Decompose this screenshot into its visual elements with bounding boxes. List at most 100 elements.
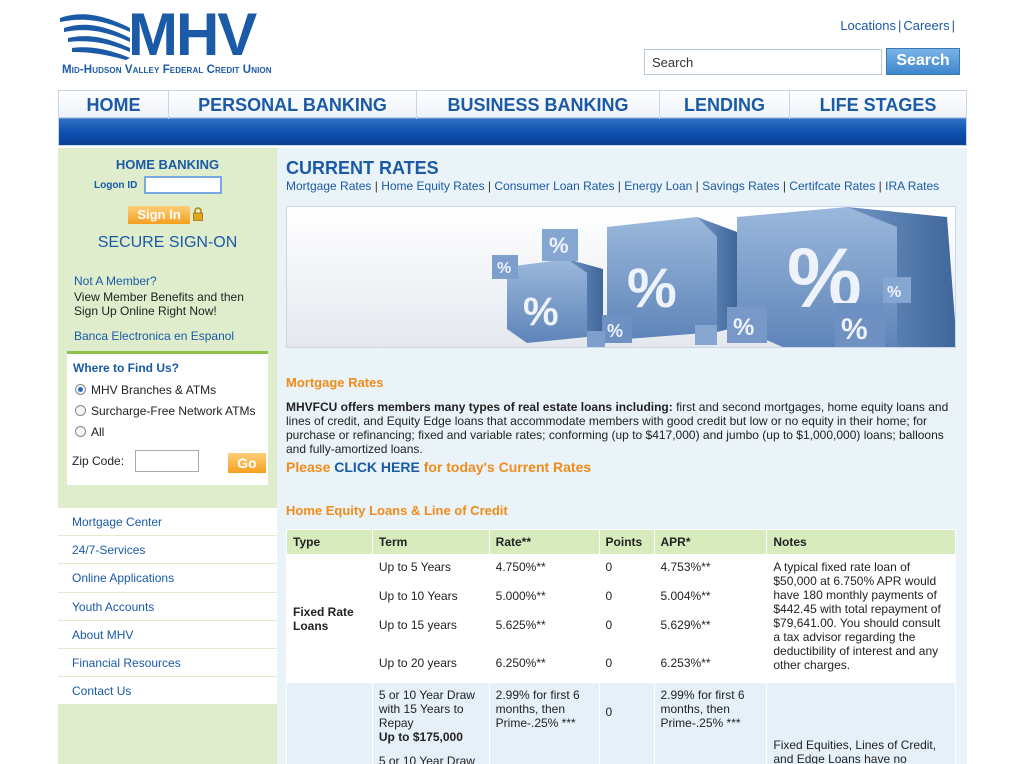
col-notes: Notes xyxy=(766,529,956,555)
ira-rates-link[interactable]: IRA Rates xyxy=(885,179,939,193)
secure-sign-on-link[interactable]: SECURE SIGN-ON xyxy=(58,234,277,252)
svg-text:%: % xyxy=(841,313,868,346)
left-menu: Mortgage Center 24/7-Services Online App… xyxy=(58,508,277,706)
consumer-loan-rates-link[interactable]: Consumer Loan Rates xyxy=(494,179,614,193)
home-banking-panel: HOME BANKING Logon ID Sign In SECURE SIG… xyxy=(58,148,277,348)
radio-label: Surcharge-Free Network ATMs xyxy=(91,404,256,418)
lock-icon xyxy=(193,207,203,221)
menu-online-applications[interactable]: Online Applications xyxy=(58,564,277,593)
sign-in-button[interactable]: Sign In xyxy=(128,206,190,224)
banca-electronica-link[interactable]: Banca Electronica en Espanol xyxy=(74,329,234,343)
rate-cell: 4.750%** xyxy=(488,554,600,580)
current-rates-cta: Please CLICK HERE for today's Current Ra… xyxy=(286,459,591,475)
radio-label: MHV Branches & ATMs xyxy=(91,383,217,397)
home-equity-rates-link[interactable]: Home Equity Rates xyxy=(381,179,484,193)
nav-business-banking[interactable]: BUSINESS BANKING xyxy=(417,91,660,119)
apr-cell: 4.753%** xyxy=(653,554,768,580)
menu-about-mhv[interactable]: About MHV xyxy=(58,620,277,649)
page-title: CURRENT RATES xyxy=(286,158,439,178)
main-nav: HOME PERSONAL BANKING BUSINESS BANKING L… xyxy=(58,90,967,146)
find-us-title: Where to Find Us? xyxy=(73,361,179,375)
points-cell: 0 xyxy=(598,637,655,683)
go-button[interactable]: Go xyxy=(228,453,266,473)
energy-loan-link[interactable]: Energy Loan xyxy=(624,179,692,193)
radio-icon[interactable] xyxy=(75,405,86,416)
table-row: Fixed Rate Loans Up to 5 Years 4.750%** … xyxy=(286,554,956,683)
separator: | xyxy=(779,179,790,193)
nav-personal-banking[interactable]: PERSONAL BANKING xyxy=(169,91,417,119)
points-cell: 0 xyxy=(598,579,655,609)
points-cell: 0 xyxy=(598,608,655,638)
careers-link[interactable]: Careers xyxy=(903,18,949,33)
mortgage-rates-link[interactable]: Mortgage Rates xyxy=(286,179,371,193)
rates-banner-image: % % % % % % % % % xyxy=(286,206,956,348)
radio-branches[interactable]: MHV Branches & ATMs xyxy=(75,383,216,397)
radio-label: All xyxy=(91,425,105,439)
svg-text:%: % xyxy=(733,314,754,341)
svg-text:%: % xyxy=(549,233,569,258)
click-here-link[interactable]: CLICK HERE xyxy=(334,459,420,475)
term-cell: Up to 20 years xyxy=(371,637,490,683)
home-equity-heading: Home Equity Loans & Line of Credit xyxy=(286,503,508,518)
fixed-rate-type: Fixed Rate Loans xyxy=(286,554,373,683)
logo-swoosh-icon xyxy=(60,14,130,60)
rate-cell: 5.625%** xyxy=(488,608,600,638)
rate-cell: 2.99% for first 6 months, then Prime-.25… xyxy=(488,682,600,764)
search-button[interactable]: Search xyxy=(886,48,960,75)
svg-text:%: % xyxy=(523,290,559,334)
radio-selected-icon[interactable] xyxy=(75,384,86,395)
rate-cell: 6.250%** xyxy=(488,637,600,683)
nav-lending[interactable]: LENDING xyxy=(660,91,790,119)
svg-text:%: % xyxy=(607,321,623,341)
menu-contact-us[interactable]: Contact Us xyxy=(58,677,277,706)
cta-prefix: Please xyxy=(286,459,335,475)
col-apr: APR* xyxy=(653,529,768,555)
radio-surcharge-free[interactable]: Surcharge-Free Network ATMs xyxy=(75,404,256,418)
certificate-rates-link[interactable]: Certifcate Rates xyxy=(789,179,875,193)
menu-mortgage-center[interactable]: Mortgage Center xyxy=(58,508,277,537)
logon-id-input[interactable] xyxy=(144,176,222,194)
rates-table: Type Term Rate** Points APR* Notes Fixed… xyxy=(286,529,956,764)
radio-all[interactable]: All xyxy=(75,425,104,439)
col-term: Term xyxy=(371,529,490,555)
nav-home[interactable]: HOME xyxy=(59,91,169,119)
logo-text: MHV xyxy=(128,1,257,68)
type-cell xyxy=(286,682,373,764)
menu-financial-resources[interactable]: Financial Resources xyxy=(58,648,277,678)
savings-rates-link[interactable]: Savings Rates xyxy=(702,179,779,193)
points-cell: 0 xyxy=(598,682,655,764)
rate-links: Mortgage Rates | Home Equity Rates | Con… xyxy=(286,179,939,193)
loc-term-2: 5 or 10 Year Draw xyxy=(378,754,475,764)
mortgage-rates-heading: Mortgage Rates xyxy=(286,375,384,390)
nav-life-stages[interactable]: LIFE STAGES xyxy=(790,91,966,119)
col-rate: Rate** xyxy=(488,529,600,555)
search-input[interactable] xyxy=(644,49,882,75)
locations-link[interactable]: Locations xyxy=(840,18,896,33)
logo-subtitle: Mid-Hudson Valley Federal Credit Union xyxy=(62,64,272,76)
cta-suffix: for today's Current Rates xyxy=(419,459,592,475)
separator: | xyxy=(897,18,902,33)
loc-term-limit: Up to $175,000 xyxy=(378,730,463,744)
sidebar: HOME BANKING Logon ID Sign In SECURE SIG… xyxy=(58,148,277,764)
logon-label: Logon ID xyxy=(94,180,138,191)
separator: | xyxy=(951,18,955,33)
menu-24-7-services[interactable]: 24/7-Services xyxy=(58,536,277,565)
table-header-row: Type Term Rate** Points APR* Notes xyxy=(286,529,956,555)
col-type: Type xyxy=(286,529,373,555)
table-row: 5 or 10 Year Draw with 15 Years to Repay… xyxy=(286,682,956,764)
separator: | xyxy=(484,179,495,193)
apr-cell: 5.629%** xyxy=(653,608,768,638)
svg-text:%: % xyxy=(497,260,511,277)
mhv-logo[interactable]: MHV Mid-Hudson Valley Federal Credit Uni… xyxy=(58,1,298,80)
main-content: CURRENT RATES Mortgage Rates | Home Equi… xyxy=(277,148,967,764)
not-a-member-link[interactable]: Not A Member? xyxy=(74,274,157,288)
menu-youth-accounts[interactable]: Youth Accounts xyxy=(58,592,277,621)
home-banking-title: HOME BANKING xyxy=(115,157,220,172)
svg-text:%: % xyxy=(627,256,677,319)
radio-icon[interactable] xyxy=(75,426,86,437)
member-benefits-text[interactable]: View Member Benefits and then Sign Up On… xyxy=(74,290,264,318)
apr-cell: 6.253%** xyxy=(653,637,768,683)
loc-term: 5 or 10 Year Draw with 15 Years to Repay xyxy=(378,688,475,730)
zip-code-input[interactable] xyxy=(135,450,199,472)
loc-note: Fixed Equities, Lines of Credit, and Edg… xyxy=(766,682,956,764)
